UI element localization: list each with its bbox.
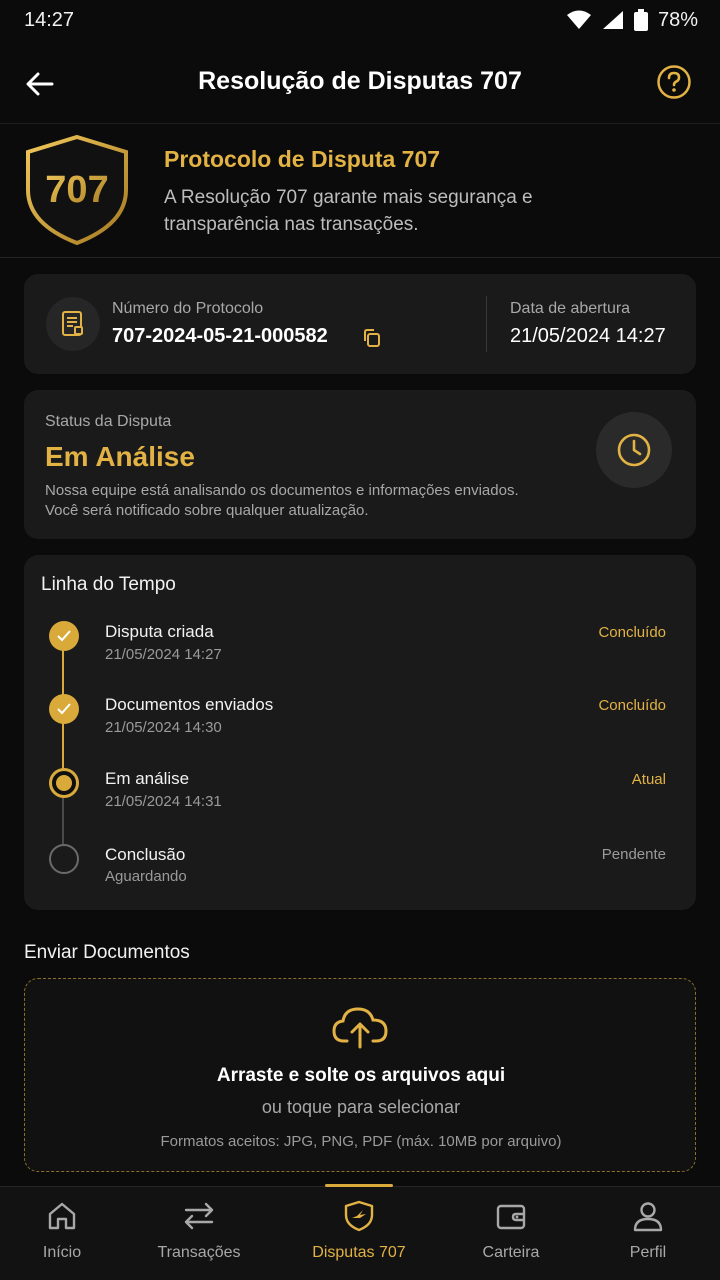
clock-badge — [596, 412, 672, 488]
clock-time: 14:27 — [24, 8, 75, 31]
status-label: Status da Disputa — [45, 413, 172, 430]
nav-item-inicio[interactable]: Início — [22, 1187, 102, 1280]
file-dropzone[interactable]: Arraste e solte os arquivos aqui ou toqu… — [24, 978, 696, 1172]
signal-icon — [602, 11, 623, 29]
timeline-step-date: Aguardando — [105, 868, 187, 885]
bottom-navigation: Início Transações Disputas 707 Carteira … — [0, 1184, 720, 1280]
timeline-node-done — [49, 694, 79, 724]
timeline-step-date: 21/05/2024 14:27 — [105, 646, 222, 663]
shield-707-icon — [344, 1200, 374, 1232]
upload-section-title: Enviar Documentos — [24, 942, 190, 963]
question-circle-icon — [657, 65, 691, 99]
dropzone-formats: Formatos aceitos: JPG, PNG, PDF (máx. 10… — [160, 1133, 562, 1150]
back-button[interactable] — [22, 66, 58, 102]
clock-icon — [617, 433, 651, 467]
help-button[interactable] — [656, 64, 692, 100]
divider — [486, 296, 487, 352]
dispute-status-card: Status da Disputa Em Análise Nossa equip… — [24, 390, 696, 539]
timeline-step-date: 21/05/2024 14:30 — [105, 719, 222, 736]
hero-banner: 707 Protocolo de Disputa 707 A Resolução… — [0, 124, 720, 258]
timeline-node-pending — [49, 844, 79, 874]
protocol-number-label: Número do Protocolo — [112, 300, 264, 317]
timeline-node-done — [49, 621, 79, 651]
timeline-step-title: Conclusão — [105, 845, 186, 864]
profile-icon — [633, 1202, 663, 1232]
timeline-step-state: Concluído — [598, 697, 666, 714]
protocol-number: 707-2024-05-21-000582 — [112, 325, 328, 347]
status-description: Nossa equipe está analisando os document… — [45, 482, 519, 519]
home-icon — [48, 1202, 76, 1230]
battery-level: 78% — [657, 8, 698, 31]
hero-description: A Resolução 707 garante mais segurança e… — [164, 187, 533, 235]
status-value: Em Análise — [45, 441, 195, 472]
wifi-icon — [566, 10, 591, 29]
wallet-icon — [496, 1204, 526, 1230]
nav-label: Perfil — [629, 1244, 667, 1261]
timeline-step-state: Concluído — [598, 624, 666, 641]
app-bar: Resolução de Disputas 707 — [0, 40, 720, 124]
nav-item-perfil[interactable]: Perfil — [612, 1187, 684, 1280]
timeline-step-state: Pendente — [601, 846, 666, 863]
dropzone-sub-text: ou toque para selecionar — [261, 1097, 461, 1117]
protocol-card: Número do Protocolo 707-2024-05-21-00058… — [24, 274, 696, 374]
page-title: Resolução de Disputas 707 — [198, 67, 522, 95]
document-icon — [62, 311, 83, 336]
nav-label: Disputas 707 — [312, 1244, 406, 1261]
battery-icon — [633, 9, 648, 31]
timeline-step-date: 21/05/2024 14:31 — [105, 793, 222, 810]
opening-date-label: Data de abertura — [510, 300, 631, 317]
nav-label: Início — [42, 1244, 82, 1261]
nav-label: Carteira — [482, 1244, 540, 1261]
arrow-left-icon — [26, 72, 54, 96]
nav-item-transacoes[interactable]: Transações — [144, 1187, 254, 1280]
nav-label: Transações — [157, 1244, 241, 1261]
nav-item-disputas-707[interactable]: Disputas 707 — [299, 1187, 419, 1280]
nav-item-carteira[interactable]: Carteira — [466, 1187, 556, 1280]
timeline-step-state: Atual — [631, 771, 666, 788]
copy-icon[interactable] — [362, 328, 382, 348]
cloud-upload-icon — [332, 1007, 388, 1049]
timeline-card: Linha do Tempo Disputa criada 21/05/2024… — [24, 555, 696, 910]
opening-date: 21/05/2024 14:27 — [510, 325, 666, 347]
status-bar: 14:27 78% — [0, 0, 720, 40]
timeline-step-title: Documentos enviados — [105, 695, 274, 714]
shield-707-icon: 707 — [26, 134, 128, 246]
current-dot — [56, 775, 72, 791]
timeline-title: Linha do Tempo — [41, 574, 176, 595]
dropzone-main-text: Arraste e solte os arquivos aqui — [216, 1065, 506, 1086]
shield-badge-text: 707 — [45, 169, 108, 211]
transfer-icon — [184, 1202, 214, 1230]
check-icon — [57, 630, 71, 642]
check-icon — [57, 703, 71, 715]
timeline-step-title: Disputa criada — [105, 622, 214, 641]
timeline-step-title: Em análise — [105, 769, 190, 788]
protocol-icon-wrap — [46, 297, 100, 351]
timeline-node-current — [49, 768, 79, 798]
status-icons: 78% — [566, 9, 698, 32]
hero-title: Protocolo de Disputa 707 — [164, 146, 441, 172]
